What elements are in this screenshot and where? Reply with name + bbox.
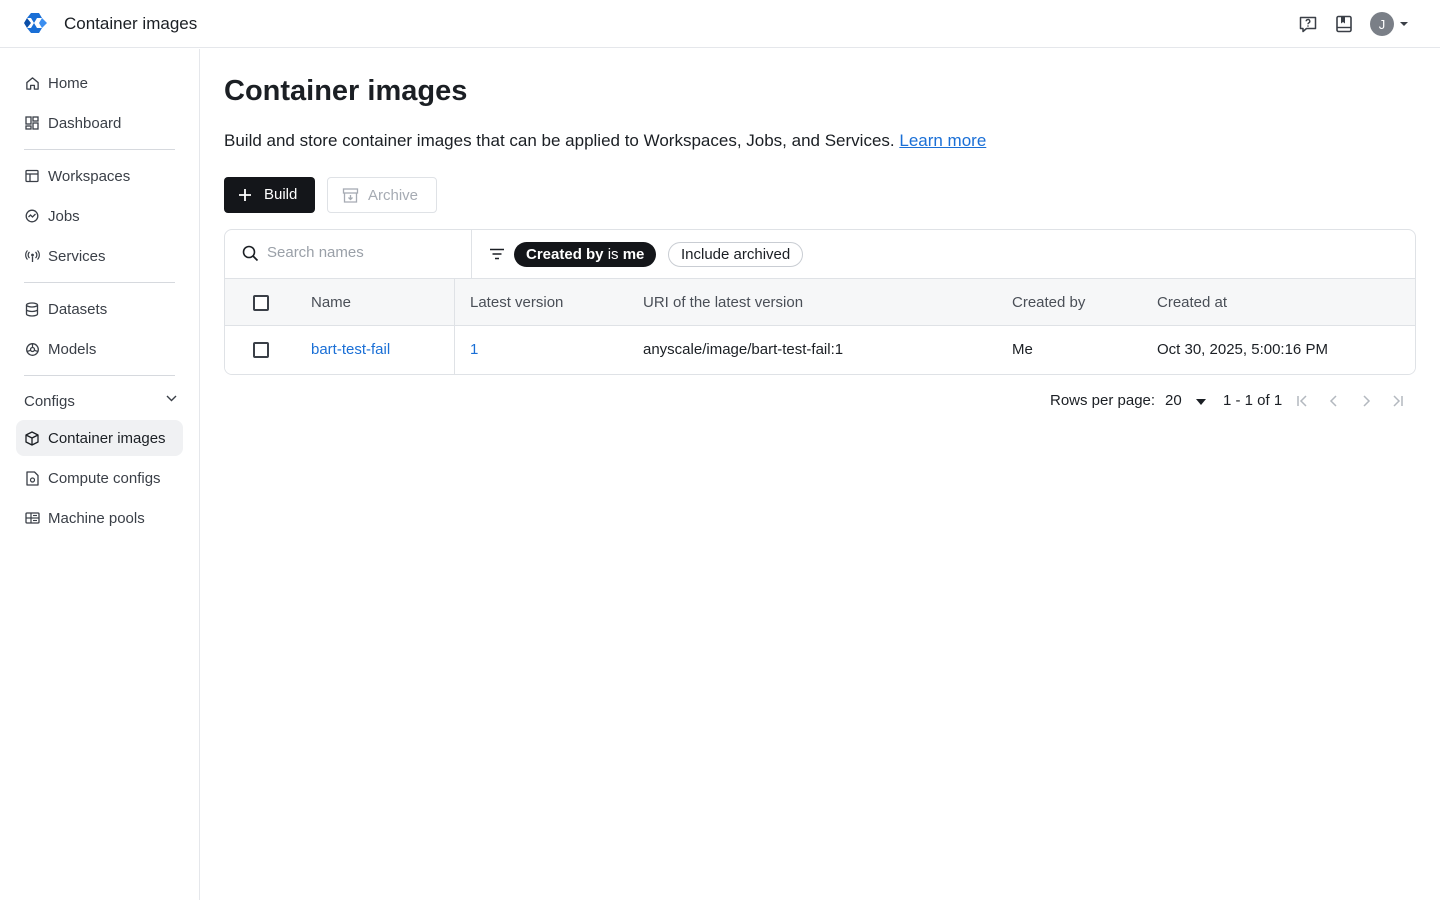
help-icon[interactable] (1298, 14, 1318, 34)
sidebar-item-label: Datasets (48, 300, 108, 318)
created-by: Me (1012, 341, 1033, 358)
filter-chip-label: Include archived (681, 246, 791, 263)
sidebar-item-label: Dashboard (48, 114, 122, 132)
column-header-name[interactable]: Name (311, 294, 351, 311)
rows-per-page-value: 20 (1165, 392, 1182, 409)
configs-section-toggle[interactable]: Configs (24, 391, 179, 411)
avatar-initial: J (1378, 16, 1386, 32)
container-icon (24, 430, 40, 446)
column-header-created-at[interactable]: Created at (1157, 294, 1227, 311)
page-description: Build and store container images that ca… (224, 131, 986, 151)
sidebar-item-label: Machine pools (48, 509, 145, 527)
sidebar-item-machine-pools[interactable]: Machine pools (16, 500, 183, 536)
archive-button[interactable]: Archive (327, 177, 437, 213)
sidebar-item-label: Models (48, 340, 97, 358)
sidebar-item-jobs[interactable]: Jobs (16, 198, 183, 234)
column-header-uri[interactable]: URI of the latest version (643, 294, 803, 311)
dashboard-icon (24, 115, 40, 131)
search-icon (242, 245, 259, 262)
created-at: Oct 30, 2025, 5:00:16 PM (1157, 341, 1328, 358)
image-name-link[interactable]: bart-test-fail (311, 341, 390, 358)
sidebar: Home Dashboard Workspaces Jobs Services … (0, 49, 200, 900)
last-page-icon[interactable] (1390, 393, 1406, 409)
previous-page-icon[interactable] (1326, 393, 1342, 409)
machine-pool-icon (24, 510, 40, 526)
sidebar-item-container-images[interactable]: Container images (16, 420, 183, 456)
book-icon[interactable] (1334, 14, 1354, 34)
anyscale-logo-icon[interactable] (22, 11, 50, 37)
rows-per-page-label: Rows per page: (1050, 392, 1156, 409)
sidebar-item-home[interactable]: Home (16, 65, 183, 101)
latest-version-link[interactable]: 1 (470, 341, 478, 358)
top-bar: Container images J (0, 0, 1440, 48)
column-divider (454, 278, 455, 374)
sidebar-item-services[interactable]: Services (16, 238, 183, 274)
sidebar-item-label: Home (48, 74, 89, 92)
sidebar-item-datasets[interactable]: Datasets (16, 291, 183, 327)
pagination-range: 1 - 1 of 1 (1223, 392, 1283, 409)
rows-per-page-select[interactable]: 20 (1165, 392, 1211, 412)
filter-chip-key: Created by (526, 246, 604, 263)
sidebar-item-label: Compute configs (48, 469, 161, 487)
nav-divider (24, 149, 175, 150)
nav-divider (24, 282, 175, 283)
avatar[interactable]: J (1370, 12, 1394, 36)
column-header-created-by[interactable]: Created by (1012, 294, 1085, 311)
table-header: Name Latest version URI of the latest ve… (225, 278, 1415, 326)
filter-icon[interactable] (489, 248, 505, 260)
build-button[interactable]: Build (224, 177, 315, 213)
learn-more-link[interactable]: Learn more (899, 131, 986, 150)
search-input[interactable] (267, 244, 457, 261)
sidebar-item-label: Jobs (48, 207, 80, 225)
sidebar-item-label: Container images (48, 429, 166, 447)
plus-icon (239, 189, 251, 201)
sidebar-item-label: Workspaces (48, 167, 131, 185)
image-uri: anyscale/image/bart-test-fail:1 (643, 341, 844, 358)
sidebar-item-dashboard[interactable]: Dashboard (16, 105, 183, 141)
app-title: Container images (64, 14, 198, 33)
models-icon (24, 341, 40, 357)
compute-icon (24, 470, 40, 486)
archive-icon (342, 188, 359, 203)
chevron-down-icon (166, 395, 177, 402)
table-row[interactable]: bart-test-fail 1 anyscale/image/bart-tes… (225, 326, 1415, 374)
home-icon (24, 75, 40, 91)
filter-chip-include-archived[interactable]: Include archived (668, 242, 804, 267)
select-all-checkbox[interactable] (253, 295, 269, 311)
filter-chip-created-by[interactable]: Created by is me (514, 242, 657, 267)
first-page-icon[interactable] (1294, 393, 1310, 409)
workspace-icon (24, 168, 40, 184)
nav-divider (24, 375, 175, 376)
page-description-text: Build and store container images that ca… (224, 131, 895, 150)
archive-button-label: Archive (368, 187, 419, 204)
sidebar-item-workspaces[interactable]: Workspaces (16, 158, 183, 194)
services-icon (24, 248, 40, 264)
images-table-card: Created by is me Include archived Name L… (224, 229, 1416, 375)
configs-section-label: Configs (24, 392, 75, 410)
sidebar-item-compute-configs[interactable]: Compute configs (16, 460, 183, 496)
jobs-icon (24, 208, 40, 224)
sidebar-item-label: Services (48, 247, 106, 265)
filter-chip-value: me (622, 246, 645, 263)
next-page-icon[interactable] (1358, 393, 1374, 409)
column-header-latest-version[interactable]: Latest version (470, 294, 563, 311)
caret-down-icon (1196, 399, 1206, 405)
chevron-down-icon[interactable] (1400, 21, 1408, 27)
filter-chip-op: is (607, 246, 619, 263)
build-button-label: Build (264, 186, 298, 203)
sidebar-item-models[interactable]: Models (16, 331, 183, 367)
database-icon (24, 301, 40, 317)
page-title: Container images (224, 75, 468, 107)
row-checkbox[interactable] (253, 342, 269, 358)
search-box[interactable] (225, 230, 472, 278)
